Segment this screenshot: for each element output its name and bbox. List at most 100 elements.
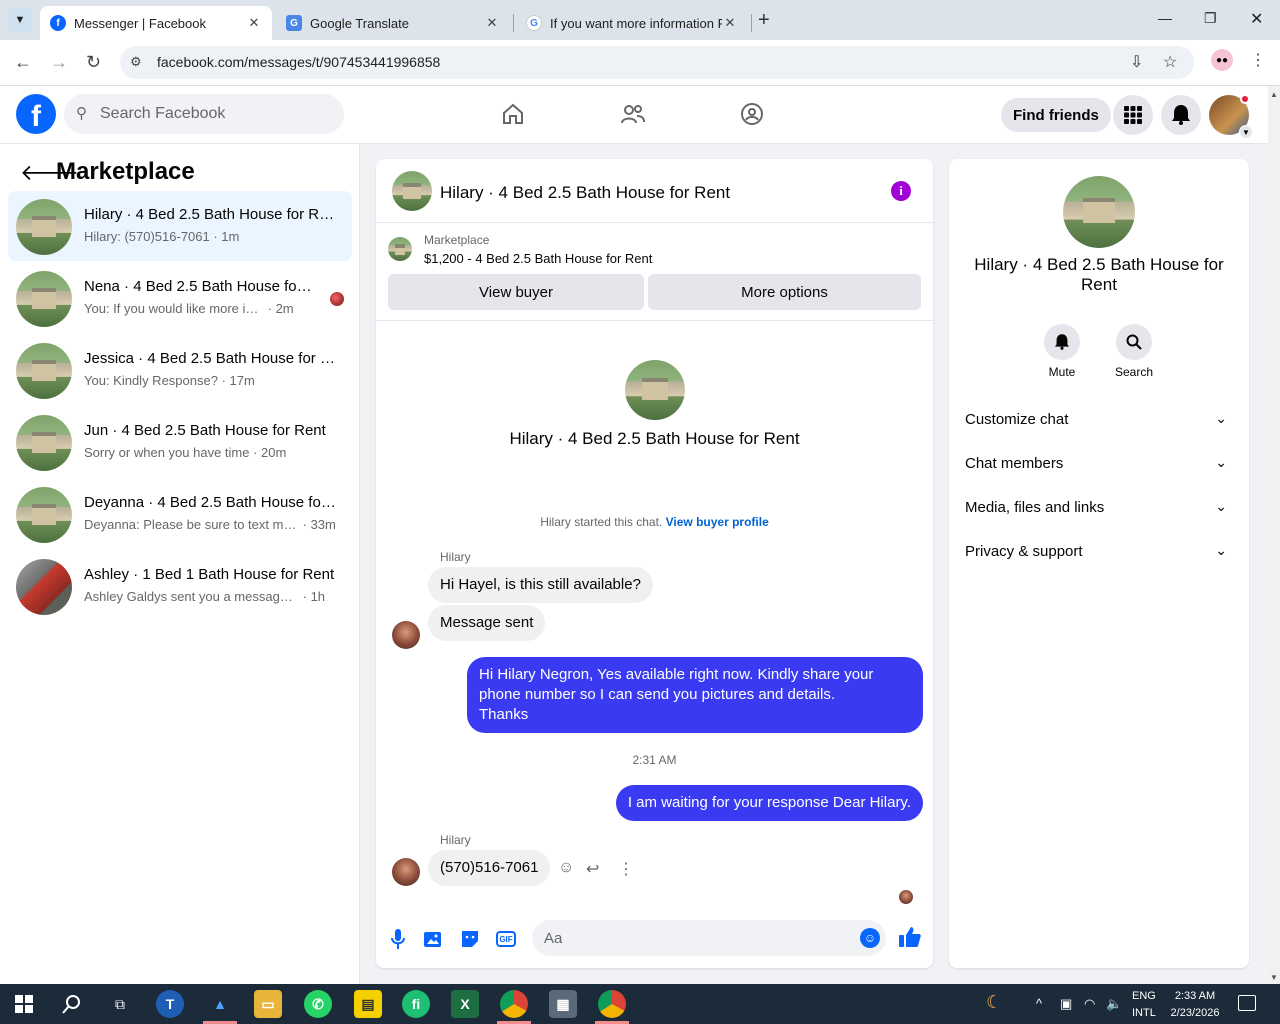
url-text[interactable]: facebook.com/messages/t/907453441996858: [157, 54, 440, 70]
react-emoji-icon[interactable]: ☺: [558, 859, 574, 877]
sticker-icon[interactable]: [459, 928, 481, 950]
section-label: Customize chat: [965, 411, 1069, 428]
more-options-button[interactable]: More options: [648, 274, 921, 310]
close-tab-icon[interactable]: ✕: [246, 15, 262, 31]
tab-separator: [751, 14, 752, 32]
search-conversation-button[interactable]: Search: [1104, 324, 1164, 379]
fiverr-icon[interactable]: fi: [402, 990, 430, 1018]
calculator-icon[interactable]: ▦: [549, 990, 577, 1018]
notifications-icon[interactable]: [1238, 995, 1256, 1011]
customize-chat-section[interactable]: Customize chat ⌄: [965, 402, 1233, 438]
reply-icon[interactable]: ↩: [586, 859, 599, 879]
search-input[interactable]: [100, 94, 336, 134]
view-buyer-profile-link[interactable]: View buyer profile: [666, 515, 769, 529]
close-window-icon[interactable]: ✕: [1250, 9, 1263, 29]
menu-grid-icon[interactable]: [1113, 95, 1153, 135]
whatsapp-icon[interactable]: ✆: [304, 990, 332, 1018]
view-buyer-button[interactable]: View buyer: [388, 274, 644, 310]
gif-icon[interactable]: GIF: [496, 931, 516, 947]
microphone-icon[interactable]: [387, 928, 409, 950]
bookmark-star-icon[interactable]: ☆: [1163, 52, 1177, 72]
system-clock[interactable]: 2:33 AM 2/23/2026: [1167, 988, 1223, 1022]
file-explorer-icon[interactable]: ▭: [254, 990, 282, 1018]
outgoing-message[interactable]: I am waiting for your response Dear Hila…: [615, 785, 923, 821]
back-icon[interactable]: ←: [14, 52, 32, 73]
chat-header: Hilary · 4 Bed 2.5 Bath House for Rent i: [376, 159, 933, 223]
volume-icon[interactable]: 🔈: [1106, 996, 1122, 1012]
chevron-down-icon: ⌄: [1215, 542, 1227, 558]
groups-icon[interactable]: [738, 100, 766, 128]
incoming-message[interactable]: Message sent: [428, 605, 546, 641]
task-view-icon[interactable]: ⧉: [106, 990, 134, 1018]
search-box[interactable]: ⚲: [64, 94, 344, 134]
home-icon[interactable]: [499, 100, 527, 128]
message-input[interactable]: [544, 920, 844, 956]
close-tab-icon[interactable]: ✕: [484, 15, 500, 31]
conversation-item[interactable]: Nena · 4 Bed 2.5 Bath House for Rent You…: [8, 263, 352, 333]
new-tab-icon[interactable]: +: [758, 9, 770, 32]
wifi-icon[interactable]: ◠: [1084, 996, 1095, 1012]
restore-icon[interactable]: ❐: [1204, 10, 1217, 27]
friends-icon[interactable]: [619, 100, 647, 128]
chat-members-section[interactable]: Chat members ⌄: [965, 446, 1233, 482]
conversation-item[interactable]: Deyanna · 4 Bed 2.5 Bath House for Rent …: [8, 479, 352, 549]
find-friends-button[interactable]: Find friends: [1001, 98, 1111, 132]
media-files-links-section[interactable]: Media, files and links ⌄: [965, 490, 1233, 526]
thumbs-up-icon[interactable]: [899, 926, 921, 954]
incoming-message[interactable]: Hi Hayel, is this still available?: [428, 567, 653, 603]
emoji-icon[interactable]: ☺: [860, 928, 880, 948]
search-icon[interactable]: [58, 990, 86, 1018]
profile-icon[interactable]: ●●: [1211, 49, 1233, 71]
meet-now-icon[interactable]: ▣: [1060, 996, 1072, 1012]
chat-title[interactable]: Hilary · 4 Bed 2.5 Bath House for Rent: [440, 183, 730, 203]
forward-icon[interactable]: →: [50, 52, 68, 73]
browser-menu-icon[interactable]: ⋮: [1250, 50, 1266, 70]
windows-start-icon[interactable]: [10, 990, 38, 1018]
install-app-icon[interactable]: ⇩: [1130, 52, 1143, 72]
tab-search-chevron-icon[interactable]: ▼: [8, 8, 32, 32]
tab-separator: [513, 14, 514, 32]
chrome-profile-icon[interactable]: [598, 990, 626, 1018]
incoming-message[interactable]: (570)516-7061: [428, 850, 551, 886]
close-tab-icon[interactable]: ✕: [722, 15, 738, 31]
privacy-support-section[interactable]: Privacy & support ⌄: [965, 534, 1233, 570]
message-composer[interactable]: ☺: [532, 920, 886, 956]
page-scrollbar[interactable]: ▲ ▼: [1268, 86, 1280, 984]
tab-messenger[interactable]: f Messenger | Facebook ✕: [40, 6, 272, 40]
weather-icon[interactable]: ☾: [986, 992, 1002, 1013]
facebook-logo-icon[interactable]: f: [16, 94, 56, 134]
omnibox[interactable]: ⚙ facebook.com/messages/t/90745344199685…: [120, 46, 1194, 79]
listing-price-title[interactable]: $1,200 - 4 Bed 2.5 Bath House for Rent: [424, 251, 652, 266]
sender-avatar[interactable]: [392, 621, 420, 649]
vpn-app-icon[interactable]: ▲: [206, 990, 234, 1018]
input-language[interactable]: ENG INTL: [1132, 988, 1156, 1022]
sticky-notes-icon[interactable]: ▤: [354, 990, 382, 1018]
site-info-icon[interactable]: ⚙: [130, 54, 142, 70]
chrome-icon[interactable]: [500, 990, 528, 1018]
more-actions-icon[interactable]: ⋮: [618, 859, 634, 879]
app-t-icon[interactable]: T: [156, 990, 184, 1018]
conversation-item[interactable]: Ashley · 1 Bed 1 Bath House for Rent Ash…: [8, 551, 352, 621]
show-hidden-icons-icon[interactable]: ^: [1036, 996, 1042, 1011]
conversation-item[interactable]: Jun · 4 Bed 2.5 Bath House for Rent Sorr…: [8, 407, 352, 477]
reload-icon[interactable]: ↻: [86, 52, 101, 73]
listing-thumbnail: [16, 199, 72, 255]
tab-google-search[interactable]: G If you want more information Pl ✕: [516, 6, 748, 40]
conversation-item[interactable]: Hilary · 4 Bed 2.5 Bath House for Rent H…: [8, 191, 352, 261]
excel-icon[interactable]: X: [451, 990, 479, 1018]
scroll-up-icon[interactable]: ▲: [1270, 90, 1278, 99]
mute-button[interactable]: Mute: [1032, 324, 1092, 379]
conversation-item[interactable]: Jessica · 4 Bed 2.5 Bath House for Rent …: [8, 335, 352, 405]
info-icon[interactable]: i: [891, 181, 911, 201]
chat-thumbnail[interactable]: [392, 171, 432, 211]
chat-started-notice: Hilary started this chat. View buyer pro…: [376, 515, 933, 529]
scroll-down-icon[interactable]: ▼: [1270, 973, 1278, 982]
outgoing-message[interactable]: Hi Hilary Negron, Yes available right no…: [467, 657, 923, 733]
minimize-icon[interactable]: —: [1158, 10, 1172, 26]
sender-avatar[interactable]: [392, 858, 420, 886]
photo-icon[interactable]: [423, 928, 445, 950]
notifications-bell-icon[interactable]: [1161, 95, 1201, 135]
tab-google-translate[interactable]: G Google Translate ✕: [276, 6, 510, 40]
message-line: Hi Hilary Negron, Yes available right no…: [479, 666, 874, 683]
account-avatar[interactable]: ▼: [1209, 94, 1253, 139]
